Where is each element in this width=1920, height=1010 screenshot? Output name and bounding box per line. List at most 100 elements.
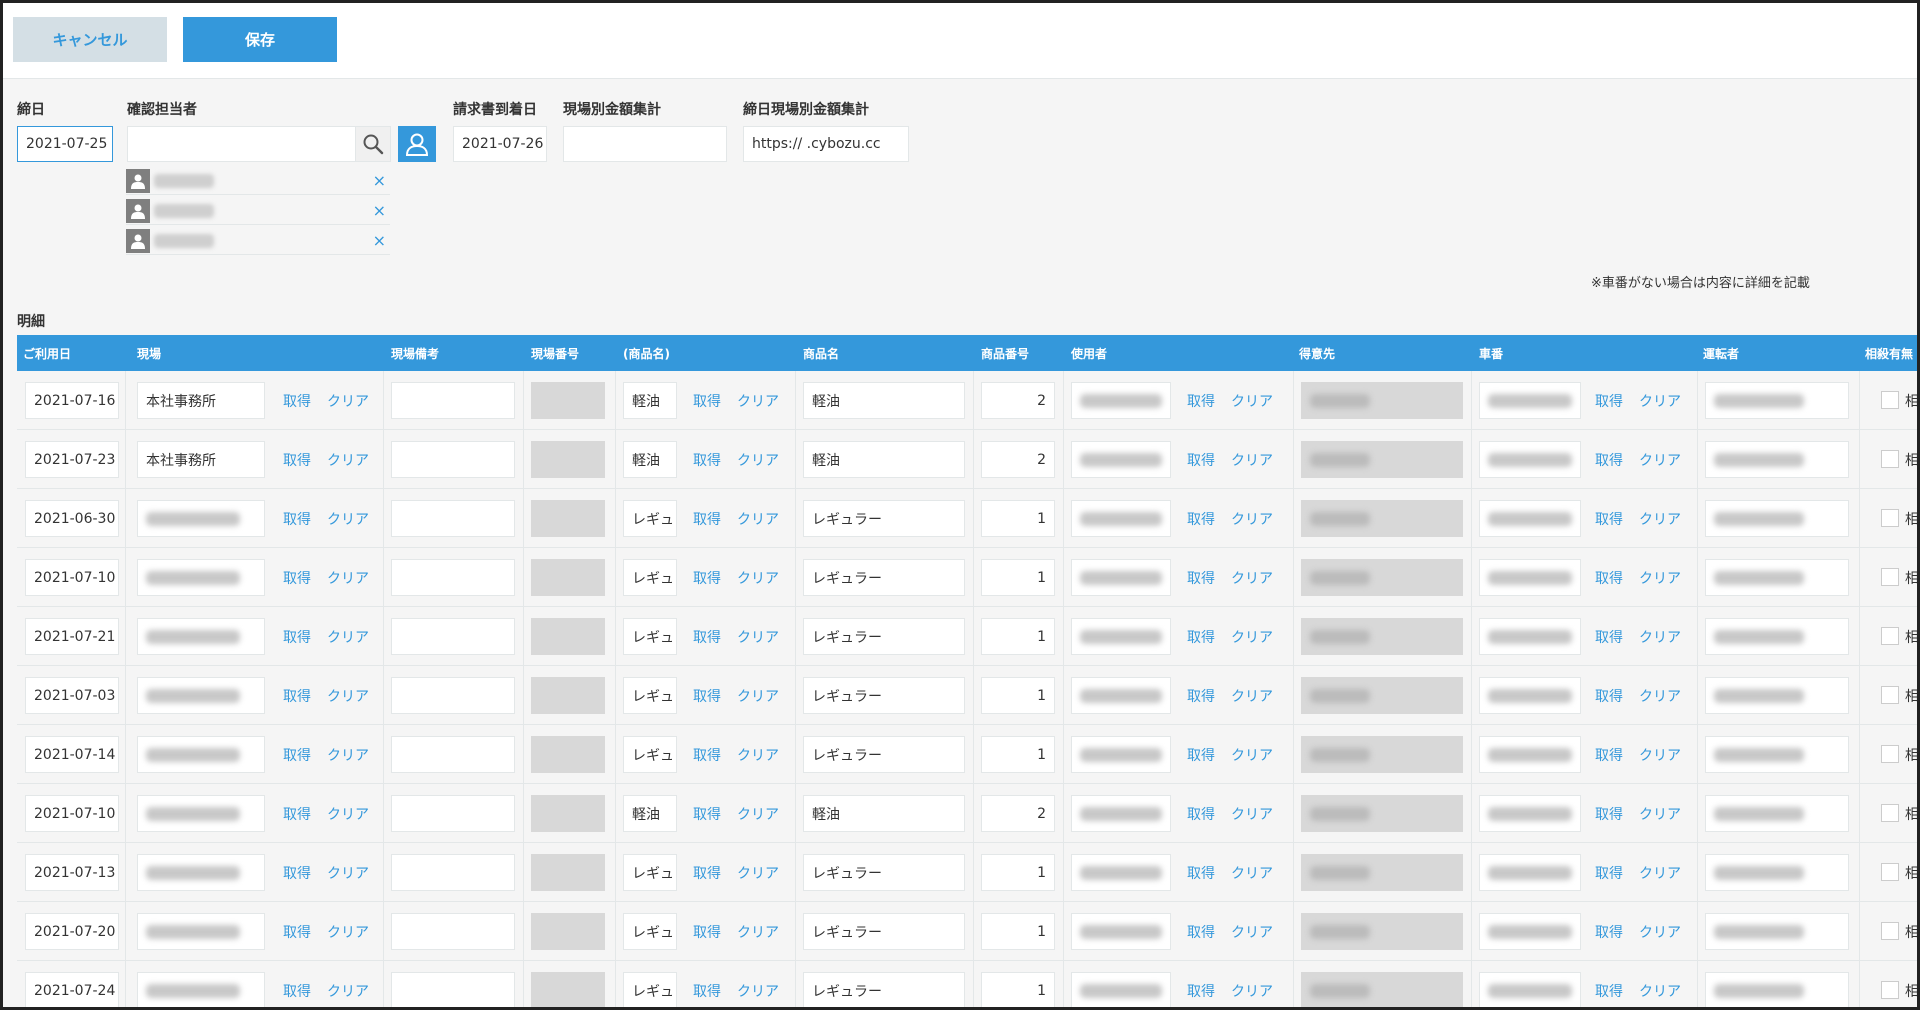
usage-date-input[interactable]: 2021-07-14 (25, 736, 119, 773)
car-get-link[interactable]: 取得 (1595, 509, 1623, 529)
site-clear-link[interactable]: クリア (327, 922, 369, 942)
remove-icon[interactable]: × (373, 201, 386, 220)
car-get-link[interactable]: 取得 (1595, 627, 1623, 647)
car-number-input[interactable] (1479, 795, 1581, 832)
car-number-input[interactable] (1479, 972, 1581, 1007)
product-name-input[interactable]: 軽油 (803, 795, 965, 832)
site-note-input[interactable] (391, 500, 515, 537)
user-input[interactable] (1071, 441, 1171, 478)
site-get-link[interactable]: 取得 (283, 804, 311, 824)
site-note-input[interactable] (391, 441, 515, 478)
closing-site-total-input[interactable]: https:// .cybozu.cc (743, 126, 909, 162)
user-clear-link[interactable]: クリア (1231, 745, 1273, 765)
product-number-input[interactable]: 1 (981, 736, 1055, 773)
product-code-input[interactable]: 軽油 (623, 382, 677, 419)
user-get-link[interactable]: 取得 (1187, 627, 1215, 647)
car-clear-link[interactable]: クリア (1639, 922, 1681, 942)
car-clear-link[interactable]: クリア (1639, 568, 1681, 588)
site-clear-link[interactable]: クリア (327, 509, 369, 529)
car-clear-link[interactable]: クリア (1639, 509, 1681, 529)
user-input[interactable] (1071, 972, 1171, 1007)
user-input[interactable] (1071, 500, 1171, 537)
car-number-input[interactable] (1479, 736, 1581, 773)
offset-checkbox[interactable] (1881, 391, 1899, 409)
usage-date-input[interactable]: 2021-07-10 (25, 795, 119, 832)
car-clear-link[interactable]: クリア (1639, 863, 1681, 883)
site-input[interactable] (137, 559, 265, 596)
user-input[interactable] (1071, 736, 1171, 773)
product-get-link[interactable]: 取得 (693, 686, 721, 706)
site-input[interactable]: 本社事務所 (137, 382, 265, 419)
product-clear-link[interactable]: クリア (737, 745, 779, 765)
site-note-input[interactable] (391, 913, 515, 950)
product-name-input[interactable]: 軽油 (803, 382, 965, 419)
driver-input[interactable] (1705, 382, 1849, 419)
usage-date-input[interactable]: 2021-07-20 (25, 913, 119, 950)
save-button[interactable]: 保存 (183, 17, 337, 62)
product-code-input[interactable]: 軽油 (623, 795, 677, 832)
product-name-input[interactable]: レギュラー (803, 913, 965, 950)
driver-input[interactable] (1705, 913, 1849, 950)
car-clear-link[interactable]: クリア (1639, 391, 1681, 411)
product-clear-link[interactable]: クリア (737, 509, 779, 529)
user-input[interactable] (1071, 382, 1171, 419)
product-get-link[interactable]: 取得 (693, 981, 721, 1001)
product-clear-link[interactable]: クリア (737, 686, 779, 706)
product-clear-link[interactable]: クリア (737, 922, 779, 942)
user-select-button[interactable] (398, 126, 436, 162)
product-get-link[interactable]: 取得 (693, 391, 721, 411)
user-clear-link[interactable]: クリア (1231, 922, 1273, 942)
product-code-input[interactable]: レギュ (623, 972, 677, 1007)
product-number-input[interactable]: 1 (981, 500, 1055, 537)
product-number-input[interactable]: 1 (981, 677, 1055, 714)
site-get-link[interactable]: 取得 (283, 450, 311, 470)
product-number-input[interactable]: 1 (981, 618, 1055, 655)
product-clear-link[interactable]: クリア (737, 863, 779, 883)
car-get-link[interactable]: 取得 (1595, 804, 1623, 824)
user-clear-link[interactable]: クリア (1231, 568, 1273, 588)
invoice-date-input[interactable]: 2021-07-26 (453, 126, 547, 162)
user-input[interactable] (1071, 795, 1171, 832)
site-note-input[interactable] (391, 382, 515, 419)
user-get-link[interactable]: 取得 (1187, 863, 1215, 883)
offset-checkbox[interactable] (1881, 450, 1899, 468)
product-code-input[interactable]: 軽油 (623, 441, 677, 478)
site-get-link[interactable]: 取得 (283, 391, 311, 411)
closing-date-input[interactable]: 2021-07-25 (17, 126, 113, 162)
site-clear-link[interactable]: クリア (327, 745, 369, 765)
car-clear-link[interactable]: クリア (1639, 627, 1681, 647)
product-code-input[interactable]: レギュ (623, 736, 677, 773)
product-name-input[interactable]: レギュラー (803, 736, 965, 773)
product-code-input[interactable]: レギュ (623, 677, 677, 714)
usage-date-input[interactable]: 2021-07-23 (25, 441, 119, 478)
product-number-input[interactable]: 1 (981, 854, 1055, 891)
product-name-input[interactable]: レギュラー (803, 854, 965, 891)
site-get-link[interactable]: 取得 (283, 686, 311, 706)
product-get-link[interactable]: 取得 (693, 863, 721, 883)
remove-icon[interactable]: × (373, 171, 386, 190)
car-number-input[interactable] (1479, 677, 1581, 714)
car-clear-link[interactable]: クリア (1639, 981, 1681, 1001)
user-input[interactable] (1071, 854, 1171, 891)
product-clear-link[interactable]: クリア (737, 804, 779, 824)
product-name-input[interactable]: レギュラー (803, 972, 965, 1007)
product-clear-link[interactable]: クリア (737, 450, 779, 470)
product-code-input[interactable]: レギュ (623, 854, 677, 891)
driver-input[interactable] (1705, 972, 1849, 1007)
product-number-input[interactable]: 1 (981, 559, 1055, 596)
site-note-input[interactable] (391, 972, 515, 1007)
user-get-link[interactable]: 取得 (1187, 922, 1215, 942)
user-input[interactable] (1071, 677, 1171, 714)
product-code-input[interactable]: レギュ (623, 618, 677, 655)
car-number-input[interactable] (1479, 441, 1581, 478)
product-number-input[interactable]: 1 (981, 913, 1055, 950)
product-clear-link[interactable]: クリア (737, 391, 779, 411)
car-number-input[interactable] (1479, 618, 1581, 655)
user-clear-link[interactable]: クリア (1231, 981, 1273, 1001)
site-clear-link[interactable]: クリア (327, 391, 369, 411)
site-note-input[interactable] (391, 736, 515, 773)
car-number-input[interactable] (1479, 913, 1581, 950)
site-input[interactable] (137, 500, 265, 537)
user-get-link[interactable]: 取得 (1187, 745, 1215, 765)
site-input[interactable]: 本社事務所 (137, 441, 265, 478)
